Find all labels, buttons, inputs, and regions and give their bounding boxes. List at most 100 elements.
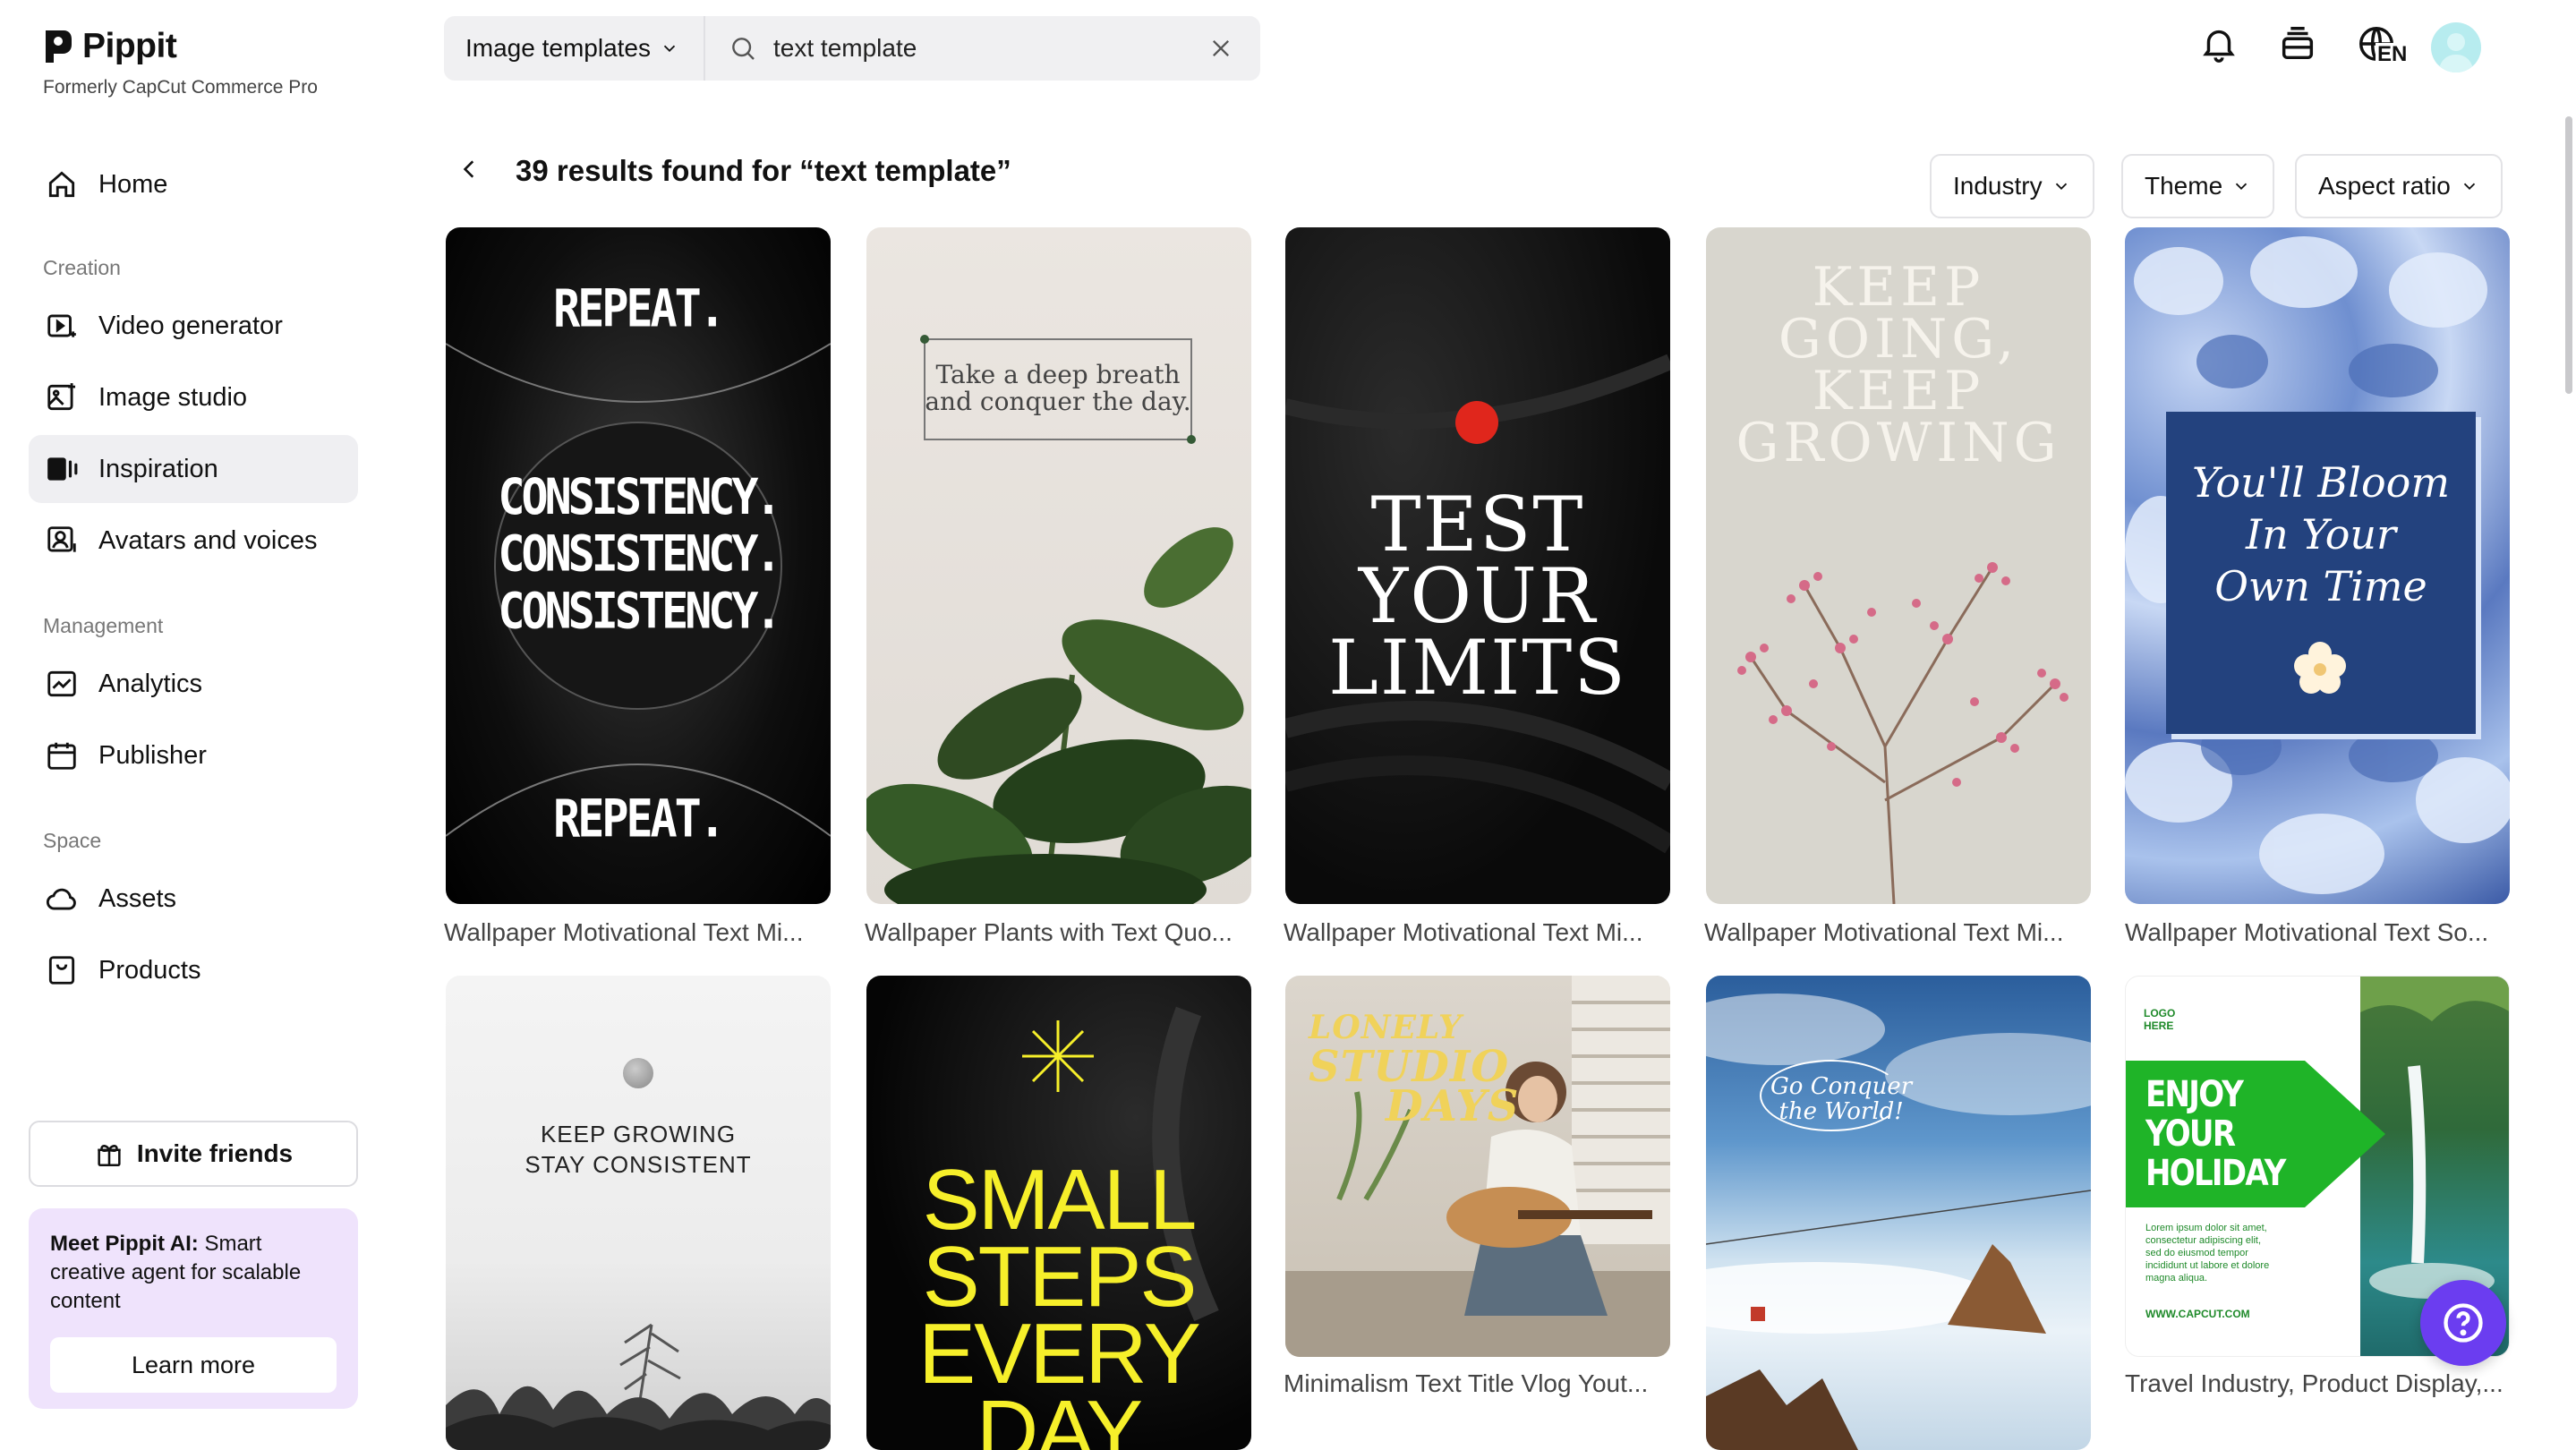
template-card[interactable]: REPEAT. CONSISTENCY. CONSISTENCY. CONSIS… (446, 227, 831, 904)
analytics-icon (47, 670, 76, 697)
template-card[interactable]: KEEP GOING, KEEP GROWING (1706, 227, 2091, 904)
template-card[interactable]: SMALL STEPS EVERY DAY (866, 976, 1251, 1450)
card-text: KEEP (1812, 360, 1985, 422)
card-text: CONSISTENCY. (498, 468, 781, 526)
template-card[interactable]: TEST YOUR LIMITS (1285, 227, 1670, 904)
section-label-management: Management (43, 614, 164, 637)
chevron-down-icon (663, 45, 676, 53)
card-text-block: TEST YOUR LIMITS (1285, 481, 1670, 705)
card-text: consectetur adipiscing elit, (2145, 1235, 2262, 1246)
brand-logo[interactable]: Pippit (43, 27, 177, 66)
sidebar-item-inspiration[interactable]: Inspiration (29, 435, 358, 503)
template-card[interactable]: KEEP GROWING STAY CONSISTENT (446, 976, 831, 1450)
frame-dot (920, 335, 929, 344)
card-text: KEEP GROWING (540, 1121, 737, 1147)
inspiration-icon (47, 457, 78, 481)
template-card[interactable]: Go Conquer the World! (1706, 976, 2091, 1450)
template-card[interactable]: LONELY STUDIO DAYS (1285, 976, 1670, 1357)
filter-theme[interactable]: Theme (2121, 154, 2275, 218)
chevron-down-icon (2463, 183, 2476, 191)
card-text: magna aliqua. (2145, 1273, 2208, 1284)
card-text: CONSISTENCY. (498, 582, 781, 640)
help-button[interactable] (2420, 1280, 2506, 1366)
sidebar-item-label: Analytics (98, 669, 203, 698)
template-card[interactable]: Take a deep breath and conquer the day. (866, 227, 1251, 904)
card-title[interactable]: Minimalism Text Title Vlog Yout... (1284, 1369, 1648, 1398)
card-text-block: KEEP GROWING STAY CONSISTENT (446, 1119, 831, 1180)
card-title[interactable]: Wallpaper Motivational Text Mi... (1704, 918, 2064, 947)
sidebar-item-assets[interactable]: Assets (29, 865, 358, 933)
brand-name: Pippit (82, 27, 177, 65)
card-title[interactable]: Wallpaper Motivational Text Mi... (1284, 918, 1643, 947)
back-arrow-icon[interactable] (458, 158, 482, 181)
card-text: You'll Bloom (2192, 458, 2450, 507)
card-text: REPEAT. (553, 278, 726, 339)
card-text-block: LONELY STUDIO DAYS (1309, 1008, 1519, 1128)
filter-label: Industry (1953, 172, 2043, 200)
card-text: sed do eiusmod tempor (2145, 1248, 2248, 1258)
card-text: STAY CONSISTENT (525, 1151, 752, 1178)
search-query: text template (773, 34, 917, 62)
card-text: TEST (1370, 481, 1585, 568)
card-text: GOING, (1778, 308, 2019, 371)
scrollbar[interactable] (2565, 116, 2572, 394)
card-text: EVERY (918, 1306, 1201, 1402)
sidebar-item-label: Products (98, 955, 201, 985)
card-text: Lorem ipsum dolor sit amet, (2145, 1223, 2267, 1233)
filter-label: Theme (2145, 172, 2223, 200)
sidebar-item-image-studio[interactable]: Image studio (29, 363, 358, 431)
search-input[interactable]: text template (729, 16, 917, 81)
card-text: HOLIDAY (2145, 1153, 2286, 1194)
stack-icon[interactable] (2277, 23, 2318, 64)
learn-more-button[interactable]: Learn more (50, 1337, 337, 1393)
filter-aspect-ratio[interactable]: Aspect ratio (2295, 154, 2503, 218)
language-code: EN (2376, 42, 2410, 66)
card-text: GROWING (1736, 412, 2061, 474)
gift-icon (98, 1145, 121, 1167)
section-label-creation: Creation (43, 256, 121, 279)
invite-friends-button[interactable]: Invite friends (29, 1121, 358, 1187)
template-card[interactable]: You'll Bloom In Your Own Time (2125, 227, 2510, 904)
product-box-icon (48, 956, 75, 985)
promo-card: Meet Pippit AI: Smart creative agent for… (29, 1208, 358, 1409)
card-text: WWW.CAPCUT.COM (2145, 1308, 2250, 1320)
card-text-block: Go Conquer the World! (1770, 1074, 1912, 1124)
card-text: Go Conquer (1770, 1073, 1913, 1100)
sidebar-item-video-generator[interactable]: Video generator (29, 292, 358, 360)
card-title[interactable]: Wallpaper Plants with Text Quo... (865, 918, 1233, 947)
filter-industry[interactable]: Industry (1930, 154, 2094, 218)
card-text-block: SMALL STEPS EVERY DAY (866, 1157, 1251, 1450)
sidebar-item-label: Inspiration (98, 454, 218, 483)
card-title[interactable]: Travel Industry, Product Display,... (2125, 1369, 2503, 1398)
pippit-logo-icon (46, 30, 72, 63)
sphere-decoration (623, 1058, 653, 1088)
sidebar-item-home[interactable]: Home (29, 150, 358, 218)
plant-illustration (866, 527, 1251, 904)
invite-friends-label: Invite friends (136, 1139, 294, 1167)
language-selector[interactable]: EN (2356, 23, 2411, 72)
home-icon (48, 171, 75, 198)
sidebar-item-avatars-and-voices[interactable]: Avatars and voices (29, 507, 358, 575)
sidebar-item-products[interactable]: Products (29, 936, 358, 1004)
search-type-dropdown[interactable]: Image templates (444, 16, 705, 81)
sidebar: Pippit Formerly CapCut Commerce Pro Home… (0, 0, 394, 1432)
bell-icon[interactable] (2198, 23, 2239, 64)
calendar-icon (47, 742, 76, 770)
sidebar-item-label: Publisher (98, 740, 207, 770)
sidebar-item-label: Image studio (98, 382, 248, 412)
sidebar-item-publisher[interactable]: Publisher (29, 721, 358, 789)
card-text: LOGO (2144, 1007, 2176, 1019)
sidebar-item-label: Home (98, 169, 168, 199)
sidebar-item-label: Assets (98, 883, 177, 913)
card-text: In Your (2245, 510, 2397, 559)
card-text: YOUR (2145, 1113, 2236, 1155)
card-title[interactable]: Wallpaper Motivational Text So... (2125, 918, 2488, 947)
card-text-block: ENJOY YOUR HOLIDAY (2145, 1075, 2286, 1194)
brand-subtitle: Formerly CapCut Commerce Pro (43, 77, 318, 98)
sidebar-item-label: Video generator (98, 311, 283, 340)
close-icon[interactable] (1208, 36, 1233, 61)
sidebar-item-analytics[interactable]: Analytics (29, 650, 358, 718)
avatar[interactable] (2431, 22, 2481, 72)
filter-label: Aspect ratio (2318, 172, 2451, 200)
card-title[interactable]: Wallpaper Motivational Text Mi... (444, 918, 804, 947)
